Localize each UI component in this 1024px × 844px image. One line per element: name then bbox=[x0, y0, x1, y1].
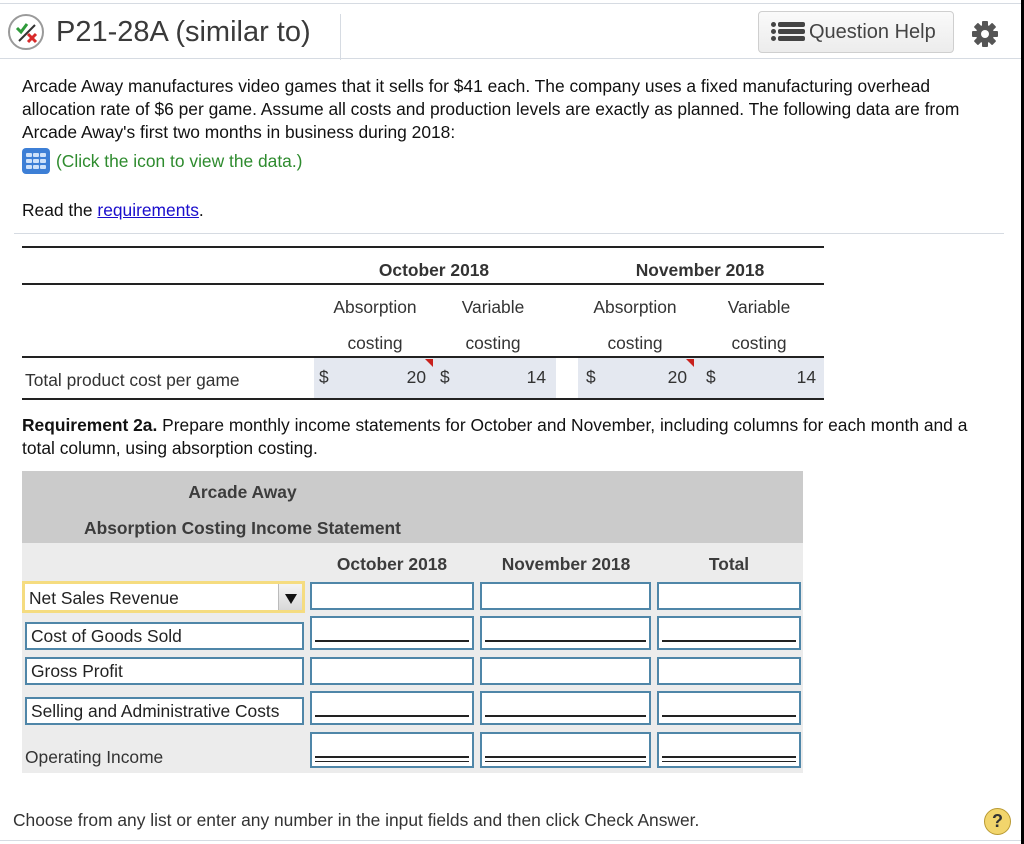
line-item-operating-income: Operating Income bbox=[25, 747, 164, 767]
currency-symbol: $ bbox=[440, 367, 450, 387]
view-data-text[interactable]: (Click the icon to view the data.) bbox=[56, 151, 302, 172]
input-cogs-november[interactable] bbox=[480, 616, 651, 650]
col-header-oct-variable: Variable bbox=[461, 297, 525, 317]
double-underline bbox=[662, 756, 796, 758]
requirements-link[interactable]: requirements bbox=[97, 200, 199, 220]
line-item-cost-of-goods-sold[interactable]: Cost of Goods Sold bbox=[25, 622, 304, 650]
double-underline bbox=[315, 761, 469, 762]
view-data-link[interactable]: (Click the icon to view the data.) bbox=[22, 148, 302, 174]
single-underline bbox=[485, 715, 646, 717]
question-help-label: Question Help bbox=[809, 20, 936, 43]
single-underline bbox=[662, 640, 796, 642]
question-title: P21-28A (similar to) bbox=[56, 16, 311, 48]
double-underline bbox=[662, 761, 796, 762]
input-net-sales-october[interactable] bbox=[310, 582, 474, 610]
oct-variable-value: 14 bbox=[526, 367, 546, 387]
footer-divider bbox=[0, 840, 1021, 841]
dropdown-arrow-icon[interactable] bbox=[278, 584, 302, 610]
col-header-nov-absorption-2: costing bbox=[607, 333, 663, 353]
nov-absorption-value: 20 bbox=[667, 367, 687, 387]
input-sga-november[interactable] bbox=[480, 691, 651, 725]
title-divider bbox=[340, 14, 341, 60]
section-divider bbox=[14, 233, 1004, 234]
col-header-november: November 2018 bbox=[501, 554, 631, 574]
oct-absorption-value: 20 bbox=[406, 367, 426, 387]
requirement-body: Prepare monthly income statements for Oc… bbox=[22, 415, 968, 458]
problem-description: Arcade Away manufactures video games tha… bbox=[22, 76, 960, 142]
input-cogs-total[interactable] bbox=[657, 616, 801, 650]
input-gross-profit-total[interactable] bbox=[657, 657, 801, 685]
col-header-oct-absorption-2: costing bbox=[347, 333, 403, 353]
input-operating-income-november[interactable] bbox=[480, 732, 651, 768]
input-sga-total[interactable] bbox=[657, 691, 801, 725]
table-rule bbox=[22, 246, 824, 248]
single-underline bbox=[485, 640, 646, 642]
input-operating-income-total[interactable] bbox=[657, 732, 801, 768]
comment-flag-icon bbox=[425, 359, 433, 367]
currency-symbol: $ bbox=[586, 367, 596, 387]
footer-instruction: Choose from any list or enter any number… bbox=[13, 810, 700, 830]
line-item-select-net-sales[interactable]: Net Sales Revenue bbox=[22, 581, 305, 613]
income-statement: Arcade Away Absorption Costing Income St… bbox=[22, 471, 803, 773]
col-header-nov-variable-2: costing bbox=[731, 333, 787, 353]
nov-variable-value: 14 bbox=[796, 367, 816, 387]
comment-flag-icon bbox=[686, 359, 694, 367]
line-item-gross-profit[interactable]: Gross Profit bbox=[25, 657, 304, 685]
input-operating-income-october[interactable] bbox=[310, 732, 474, 768]
col-header-nov-variable: Variable bbox=[727, 297, 791, 317]
double-underline bbox=[485, 761, 646, 762]
data-table-icon[interactable] bbox=[22, 148, 50, 174]
month-header-october: October 2018 bbox=[378, 260, 490, 280]
header-bar: P21-28A (similar to) Question Help bbox=[0, 3, 1021, 60]
input-cogs-october[interactable] bbox=[310, 616, 474, 650]
requirement-label: Requirement 2a. bbox=[22, 415, 158, 435]
col-header-total: Total bbox=[708, 554, 750, 574]
col-header-oct-absorption: Absorption bbox=[333, 297, 417, 317]
statement-title: Absorption Costing Income Statement bbox=[84, 518, 401, 538]
question-help-button[interactable]: Question Help bbox=[758, 11, 954, 53]
input-sga-october[interactable] bbox=[310, 691, 474, 725]
input-net-sales-november[interactable] bbox=[480, 582, 651, 610]
currency-symbol: $ bbox=[319, 367, 329, 387]
table-rule bbox=[22, 398, 824, 400]
select-value: Net Sales Revenue bbox=[29, 588, 179, 608]
col-header-october: October 2018 bbox=[336, 554, 448, 574]
input-net-sales-total[interactable] bbox=[657, 582, 801, 610]
row-label-total-product-cost: Total product cost per game bbox=[25, 370, 240, 390]
month-header-november: November 2018 bbox=[635, 260, 765, 280]
double-underline bbox=[485, 756, 646, 758]
company-name: Arcade Away bbox=[188, 482, 297, 502]
currency-symbol: $ bbox=[706, 367, 716, 387]
col-header-oct-variable-2: costing bbox=[465, 333, 521, 353]
list-icon bbox=[771, 22, 805, 42]
single-underline bbox=[315, 640, 469, 642]
table-rule bbox=[22, 283, 824, 285]
input-gross-profit-october[interactable] bbox=[310, 657, 474, 685]
col-header-nov-absorption: Absorption bbox=[593, 297, 677, 317]
read-prefix: Read the bbox=[22, 200, 98, 220]
read-requirements-line: Read the requirements. bbox=[22, 200, 204, 221]
line-item-selling-admin-costs[interactable]: Selling and Administrative Costs bbox=[25, 697, 304, 725]
read-suffix: . bbox=[198, 200, 204, 220]
partially-correct-icon bbox=[8, 14, 44, 50]
requirement-text: Requirement 2a. Prepare monthly income s… bbox=[22, 414, 1002, 460]
single-underline bbox=[315, 715, 469, 717]
double-underline bbox=[315, 756, 469, 758]
help-icon[interactable]: ? bbox=[984, 808, 1011, 835]
gear-icon[interactable] bbox=[970, 19, 1000, 49]
input-gross-profit-november[interactable] bbox=[480, 657, 651, 685]
single-underline bbox=[662, 715, 796, 717]
